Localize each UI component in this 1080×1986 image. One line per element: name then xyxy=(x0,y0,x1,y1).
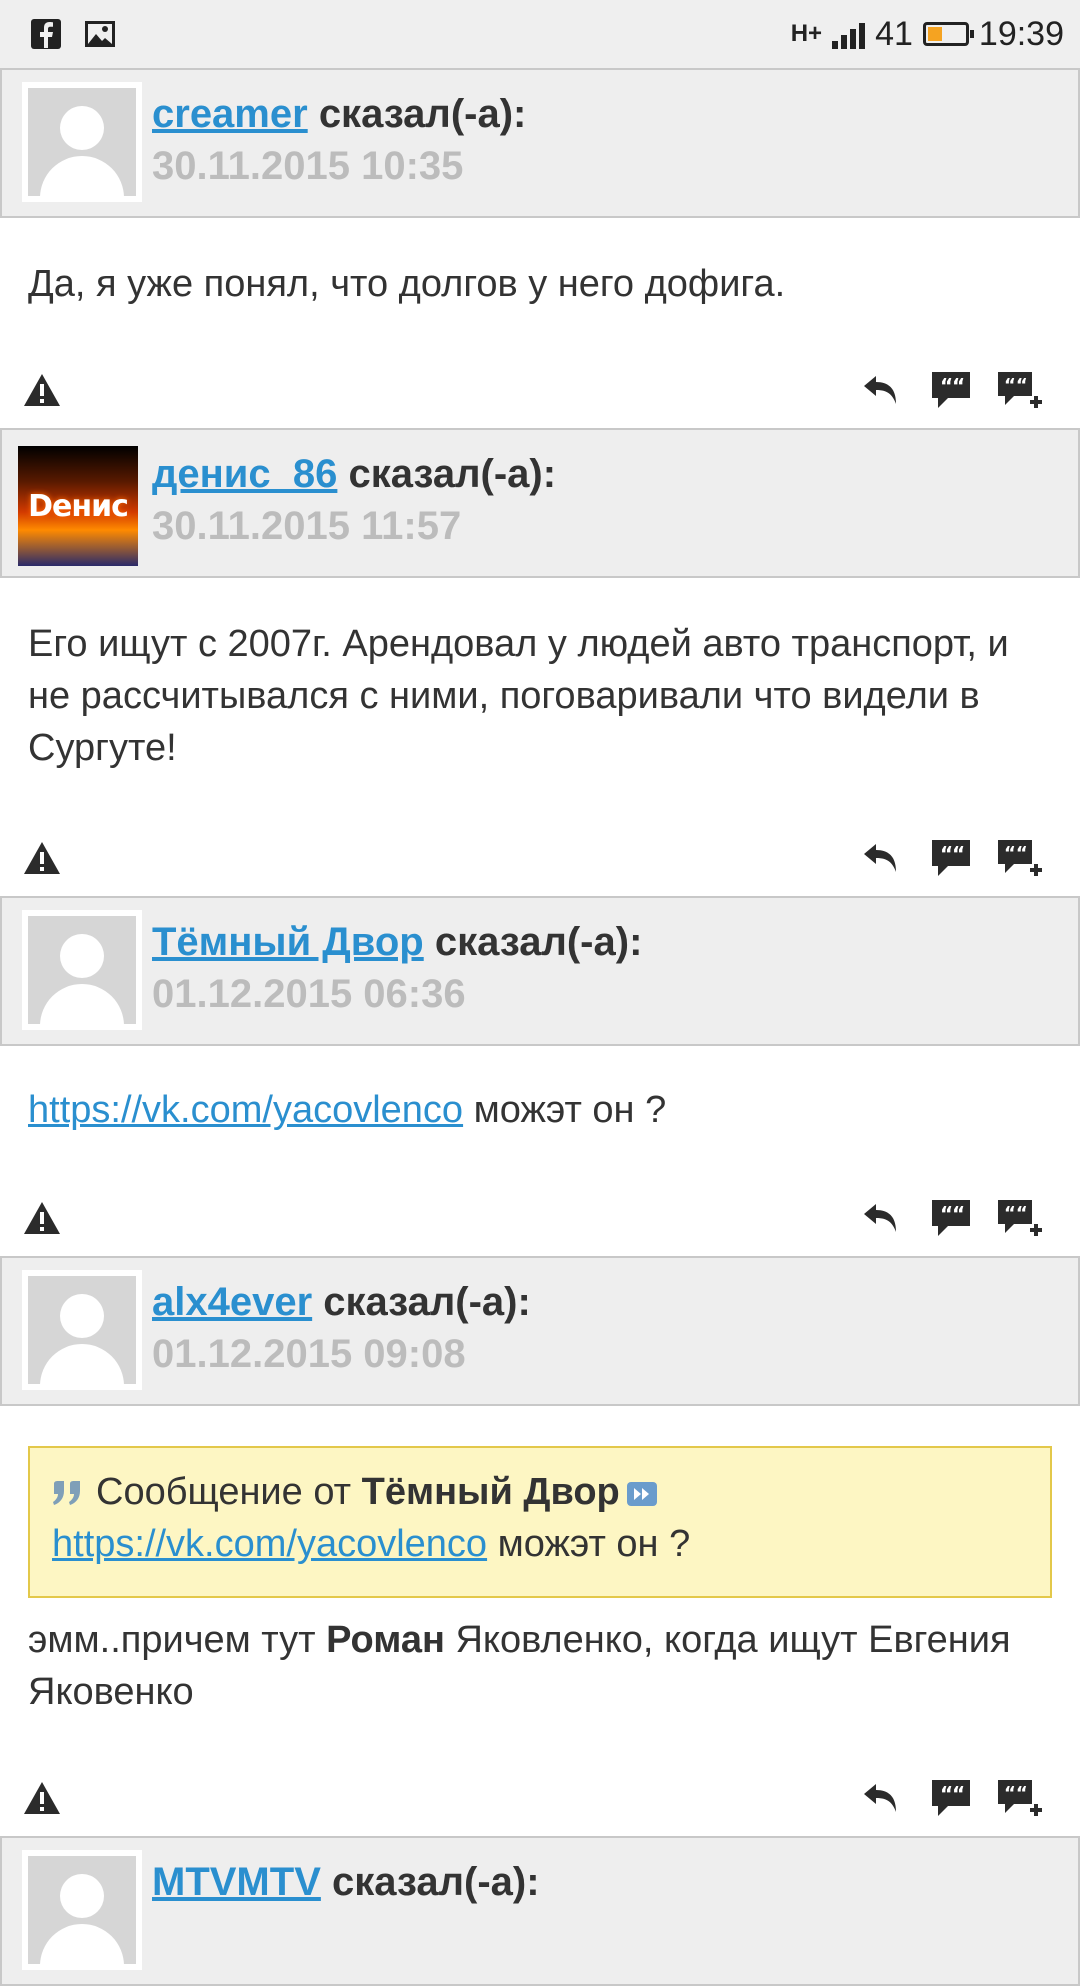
post-header: MTVMTV сказал(-а): xyxy=(0,1836,1080,1986)
quote-icon[interactable]: ““ xyxy=(928,836,974,880)
post-actions: ““ ““ xyxy=(0,1774,1080,1824)
svg-text:““: ““ xyxy=(1004,1783,1028,1804)
report-icon[interactable] xyxy=(22,1780,62,1816)
status-bar: H+ 41 19:39 xyxy=(0,0,1080,68)
avatar[interactable] xyxy=(22,1850,142,1970)
post-date: 01.12.2015 09:08 xyxy=(152,1332,466,1376)
author-link[interactable]: MTVMTV xyxy=(152,1860,321,1904)
post-body: Да, я уже понял, что долгов у него дофиг… xyxy=(28,263,786,305)
said-label: сказал(-а): xyxy=(332,1860,540,1904)
signal-text: 41 xyxy=(875,14,913,53)
quote-marks-icon xyxy=(53,1480,80,1505)
post-header: Тёмный Двор сказал(-а): 01.12.2015 06:36 xyxy=(0,896,1080,1046)
svg-text:“: “ xyxy=(952,374,965,398)
svg-text:““: ““ xyxy=(1004,1203,1028,1224)
multiquote-icon[interactable]: ““ xyxy=(996,1776,1042,1820)
multiquote-icon[interactable]: ““ xyxy=(996,1196,1042,1240)
avatar[interactable]: Dенис xyxy=(18,446,138,566)
report-icon[interactable] xyxy=(22,840,62,876)
clock: 19:39 xyxy=(978,14,1064,53)
post-text: эмм..причем тут xyxy=(28,1619,327,1661)
post-date: 01.12.2015 06:36 xyxy=(152,972,466,1016)
battery-icon xyxy=(922,22,974,46)
avatar[interactable] xyxy=(22,910,142,1030)
post-bold-text: Роман xyxy=(326,1619,445,1661)
said-label: сказал(-а): xyxy=(434,920,643,964)
author-link[interactable]: Тёмный Двор xyxy=(152,920,424,964)
post-header: Dенис денис_86 сказал(-а): 30.11.2015 11… xyxy=(0,428,1080,578)
quote-icon[interactable]: ““ xyxy=(928,1776,974,1820)
svg-text:““: ““ xyxy=(1004,375,1028,396)
quote-text: можэт он ? xyxy=(487,1523,691,1565)
svg-text:“: “ xyxy=(952,1782,965,1806)
reply-icon[interactable] xyxy=(860,1196,906,1240)
quote-icon[interactable]: ““ xyxy=(928,368,974,412)
multiquote-icon[interactable]: ““ xyxy=(996,836,1042,880)
svg-text:“: “ xyxy=(952,1202,965,1226)
post-link[interactable]: https://vk.com/yacovlenco xyxy=(28,1089,463,1131)
said-label: сказал(-а): xyxy=(323,1280,531,1324)
quote-prefix: Сообщение от xyxy=(96,1471,362,1513)
reply-icon[interactable] xyxy=(860,368,906,412)
quote-icon[interactable]: ““ xyxy=(928,1196,974,1240)
svg-text:““: ““ xyxy=(1004,843,1028,864)
svg-text:“: “ xyxy=(952,842,965,866)
post-date: 30.11.2015 11:57 xyxy=(152,504,462,548)
post-body: Его ищут с 2007г. Арендовал у людей авто… xyxy=(28,623,1009,769)
author-link[interactable]: creamer xyxy=(152,92,308,136)
post-date: 30.11.2015 10:35 xyxy=(152,144,464,188)
report-icon[interactable] xyxy=(22,372,62,408)
post-header: alx4ever сказал(-а): 01.12.2015 09:08 xyxy=(0,1256,1080,1406)
post-actions: ““ ““ xyxy=(0,366,1080,416)
author-link[interactable]: alx4ever xyxy=(152,1280,312,1324)
post-text: можэт он ? xyxy=(463,1089,667,1131)
post-header: creamer сказал(-а): 30.11.2015 10:35 xyxy=(0,68,1080,218)
post-body: https://vk.com/yacovlenco можэт он ? xyxy=(28,1084,1058,1136)
image-icon xyxy=(85,21,115,47)
network-type: H+ xyxy=(790,20,823,47)
report-icon[interactable] xyxy=(22,1200,62,1236)
quote-link[interactable]: https://vk.com/yacovlenco xyxy=(52,1523,487,1565)
reply-icon[interactable] xyxy=(860,1776,906,1820)
avatar-text: Dенис xyxy=(28,488,129,524)
quote-author: Тёмный Двор xyxy=(361,1471,620,1513)
facebook-icon xyxy=(31,19,61,49)
post-actions: ““ ““ xyxy=(0,1194,1080,1244)
quote-block: Сообщение от Тёмный Двор https://vk.com/… xyxy=(28,1446,1052,1598)
said-label: сказал(-а): xyxy=(318,92,527,136)
signal-icon xyxy=(832,19,866,49)
avatar[interactable] xyxy=(22,1270,142,1390)
multiquote-icon[interactable]: ““ xyxy=(996,368,1042,412)
said-label: сказал(-а): xyxy=(348,452,557,496)
post-body: эмм..причем тут Роман Яковленко, когда и… xyxy=(28,1614,1058,1718)
avatar[interactable] xyxy=(22,82,142,202)
author-link[interactable]: денис_86 xyxy=(152,452,337,496)
view-post-icon[interactable] xyxy=(626,1481,658,1507)
post-actions: ““ ““ xyxy=(0,834,1080,884)
reply-icon[interactable] xyxy=(860,836,906,880)
